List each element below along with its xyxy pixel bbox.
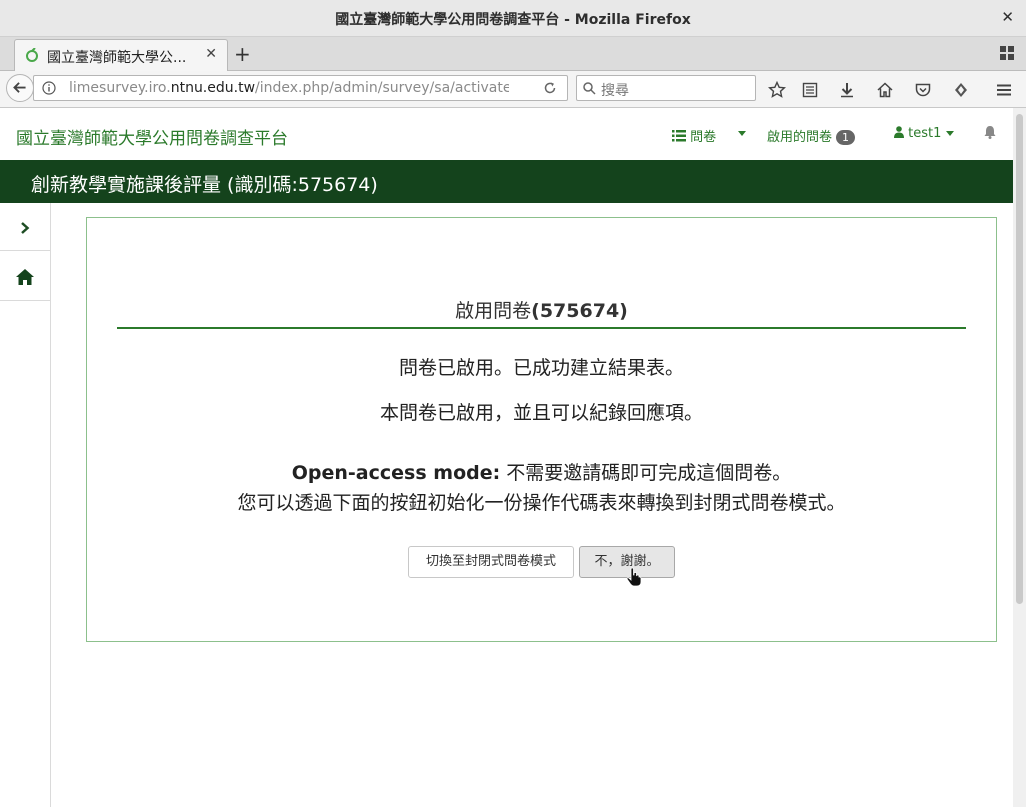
user-menu[interactable]: test1 <box>894 126 954 141</box>
panel-title-id: (575674) <box>531 300 628 322</box>
navigation-toolbar: limesurvey.iro.ntnu.edu.tw/index.php/adm… <box>0 71 1026 108</box>
scrollbar-thumb[interactable] <box>1016 114 1023 604</box>
panel-title: 啟用問卷(575674) <box>117 296 966 323</box>
user-icon <box>894 126 904 138</box>
access-mode-label: Open-access mode: <box>291 462 501 484</box>
window-titlebar: 國立臺灣師範大學公用問卷調查平台 - Mozilla Firefox ✕ <box>0 0 1026 37</box>
back-button[interactable] <box>6 74 34 102</box>
closed-mode-hint: 您可以透過下面的按鈕初始化一份操作代碼表來轉換到封閉式問卷模式。 <box>237 492 846 514</box>
brand-link[interactable]: 國立臺灣師範大學公用問卷調查平台 <box>16 124 288 149</box>
search-icon <box>583 82 596 95</box>
url-domain: ntnu.edu.tw <box>170 80 256 96</box>
responses-enabled-message: 本問卷已啟用，並且可以紀錄回應項。 <box>379 402 703 424</box>
notification-bell-icon[interactable] <box>983 125 997 143</box>
surveys-menu-label: 問卷 <box>690 130 717 145</box>
hand-cursor-icon <box>626 567 642 587</box>
star-icon[interactable] <box>767 80 787 99</box>
active-surveys-badge: 1 <box>836 130 856 145</box>
pocket-icon[interactable] <box>914 81 932 99</box>
activation-panel: 啟用問卷(575674) 問卷已啟用。已成功建立結果表。 本問卷已啟用，並且可以… <box>86 217 997 642</box>
panel-title-text: 啟用問卷 <box>455 300 532 322</box>
url-path: /index.php/admin/survey/sa/activate/surv… <box>255 80 509 96</box>
survey-title: 創新教學實施課後評量 (識別碼:575674) <box>31 174 378 196</box>
info-icon[interactable] <box>42 81 56 95</box>
app-header: 國立臺灣師範大學公用問卷調查平台 問卷 啟用的問卷 1 test1 <box>0 108 1013 160</box>
caret-down-icon <box>738 131 746 136</box>
window-title: 國立臺灣師範大學公用問卷調查平台 - Mozilla Firefox <box>335 12 691 28</box>
sidebar-home-button[interactable] <box>0 253 50 301</box>
menu-icon[interactable] <box>995 81 1013 99</box>
reading-list-icon[interactable] <box>801 81 819 99</box>
sidebar-expand-button[interactable] <box>0 203 50 251</box>
switch-closed-mode-button[interactable]: 切換至封閉式問卷模式 <box>408 546 574 578</box>
sync-icon[interactable] <box>952 81 970 99</box>
sidebar <box>0 203 51 807</box>
active-surveys-link[interactable]: 啟用的問卷 1 <box>767 126 856 145</box>
reload-icon[interactable] <box>543 81 557 95</box>
surveys-menu[interactable]: 問卷 <box>672 126 716 145</box>
active-surveys-label: 啟用的問卷 <box>767 130 833 145</box>
url-bar[interactable]: limesurvey.iro.ntnu.edu.tw/index.php/adm… <box>33 75 568 101</box>
download-icon[interactable] <box>838 81 856 99</box>
list-icon <box>672 130 686 142</box>
back-arrow-icon <box>13 82 26 93</box>
survey-title-bar: 創新教學實施課後評量 (識別碼:575674) <box>0 160 1013 203</box>
surveys-dropdown-toggle[interactable] <box>738 126 746 141</box>
chevron-right-icon <box>21 222 30 234</box>
url-prefix: limesurvey.iro. <box>69 80 171 96</box>
window-close-icon[interactable]: ✕ <box>1001 8 1014 26</box>
panel-divider <box>117 327 966 329</box>
tab-label: 國立臺灣師範大學公... <box>47 50 187 66</box>
activation-success-message: 問卷已啟用。已成功建立結果表。 <box>398 357 684 379</box>
user-name: test1 <box>908 126 942 141</box>
caret-down-icon <box>945 131 954 136</box>
tab-bar: 國立臺灣師範大學公... ✕ <box>0 37 1026 71</box>
url-text: limesurvey.iro.ntnu.edu.tw/index.php/adm… <box>69 80 509 96</box>
search-input[interactable]: 搜尋 <box>576 75 756 101</box>
access-mode-message: Open-access mode: 不需要邀請碼即可完成這個問卷。 <box>87 458 996 485</box>
access-mode-text: 不需要邀請碼即可完成這個問卷。 <box>500 462 792 484</box>
tab-overview-icon[interactable] <box>1000 46 1014 60</box>
search-placeholder: 搜尋 <box>601 83 629 99</box>
browser-tab[interactable]: 國立臺灣師範大學公... ✕ <box>14 39 228 71</box>
new-tab-icon[interactable]: + <box>234 42 251 66</box>
tab-close-icon[interactable]: ✕ <box>205 46 217 62</box>
page-scrollbar[interactable] <box>1013 108 1026 807</box>
home-icon <box>16 269 34 285</box>
home-icon[interactable] <box>876 81 894 99</box>
limesurvey-favicon-icon <box>26 48 38 62</box>
